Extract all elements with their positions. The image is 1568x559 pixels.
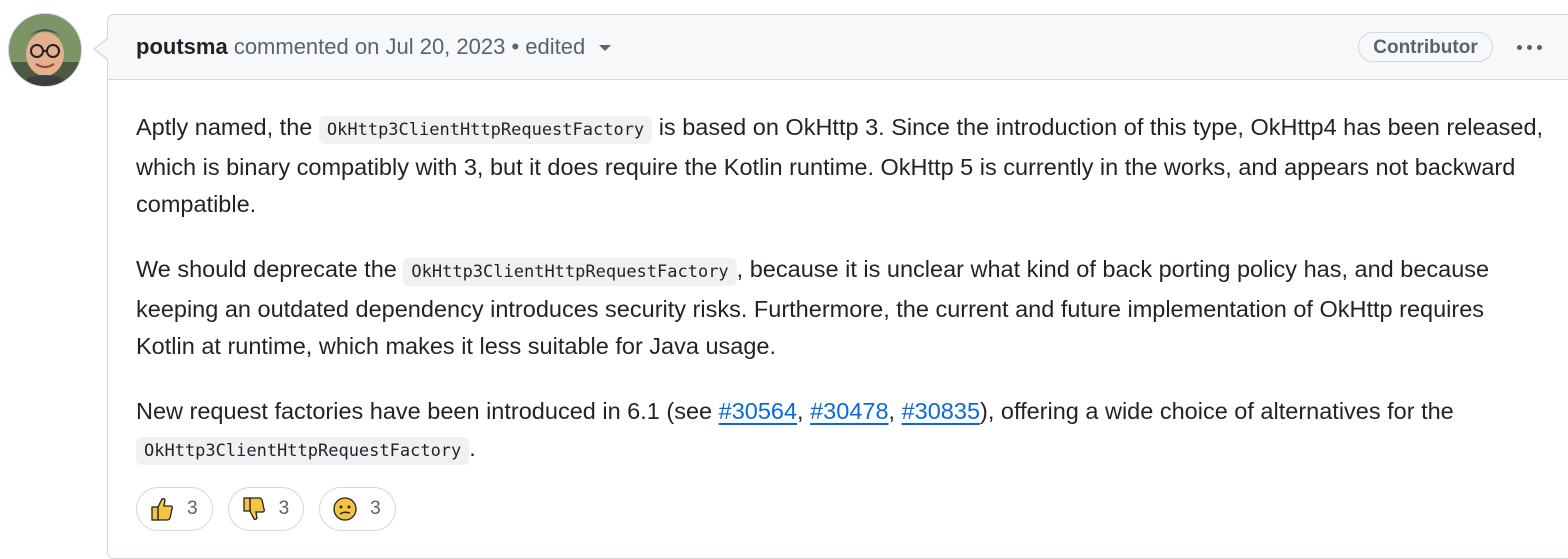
issue-link[interactable]: #30564: [719, 398, 797, 424]
link-separator: ,: [888, 398, 902, 424]
comment-body: Aptly named, the OkHttp3ClientHttpReques…: [136, 109, 1546, 498]
reactions-bar: 3 3 3: [136, 487, 396, 531]
paragraph-text: Aptly named, the: [136, 114, 319, 140]
link-separator: ,: [797, 398, 811, 424]
comment-header: poutsma commented on Jul 20, 2023 • edit…: [108, 15, 1568, 80]
inline-code: OkHttp3ClientHttpRequestFactory: [136, 437, 470, 465]
comment-date[interactable]: Jul 20, 2023: [385, 34, 505, 59]
reaction-count: 3: [278, 498, 290, 519]
paragraph-text: .: [469, 435, 476, 461]
thumbs-down-icon: [242, 497, 265, 520]
paragraph-1: Aptly named, the OkHttp3ClientHttpReques…: [136, 109, 1546, 223]
paragraph-2: We should deprecate the OkHttp3ClientHtt…: [136, 251, 1546, 365]
inline-code: OkHttp3ClientHttpRequestFactory: [318, 116, 653, 144]
meta-separator: •: [511, 34, 520, 59]
reaction-thumbs-down-button[interactable]: 3: [227, 487, 305, 531]
issue-link[interactable]: #30478: [810, 398, 888, 424]
reaction-thumbs-up-button[interactable]: 3: [136, 487, 213, 531]
inline-code: OkHttp3ClientHttpRequestFactory: [403, 258, 737, 286]
role-badge: Contributor: [1358, 32, 1493, 62]
paragraph-text: New request factories have been introduc…: [136, 398, 719, 424]
reaction-count: 3: [370, 498, 381, 519]
chevron-down-icon: [599, 45, 612, 52]
edited-dropdown[interactable]: edited: [525, 34, 612, 59]
author-link[interactable]: poutsma: [136, 34, 228, 59]
comment-box: poutsma commented on Jul 20, 2023 • edit…: [107, 14, 1568, 559]
paragraph-text: We should deprecate the: [136, 256, 404, 282]
paragraph-3: New request factories have been introduc…: [136, 393, 1546, 470]
comment-arrow-inner: [95, 39, 108, 59]
thumbs-up-icon: [151, 498, 173, 521]
avatar[interactable]: [8, 13, 82, 87]
kebab-dot-icon: [1536, 44, 1542, 50]
more-options-button[interactable]: [1507, 33, 1551, 61]
reaction-count: 3: [187, 498, 198, 519]
comment-action: commented on: [233, 34, 380, 59]
kebab-dot-icon: [1526, 44, 1532, 50]
comment-meta: poutsma commented on Jul 20, 2023 • edit…: [136, 34, 612, 60]
issue-link[interactable]: #30835: [902, 398, 980, 424]
paragraph-text: ), offering a wide choice of alternative…: [980, 398, 1454, 424]
reaction-confused-button[interactable]: 3: [319, 487, 396, 531]
kebab-dot-icon: [1516, 44, 1522, 50]
confused-face-icon: [333, 497, 357, 521]
edited-label: edited: [525, 34, 586, 59]
